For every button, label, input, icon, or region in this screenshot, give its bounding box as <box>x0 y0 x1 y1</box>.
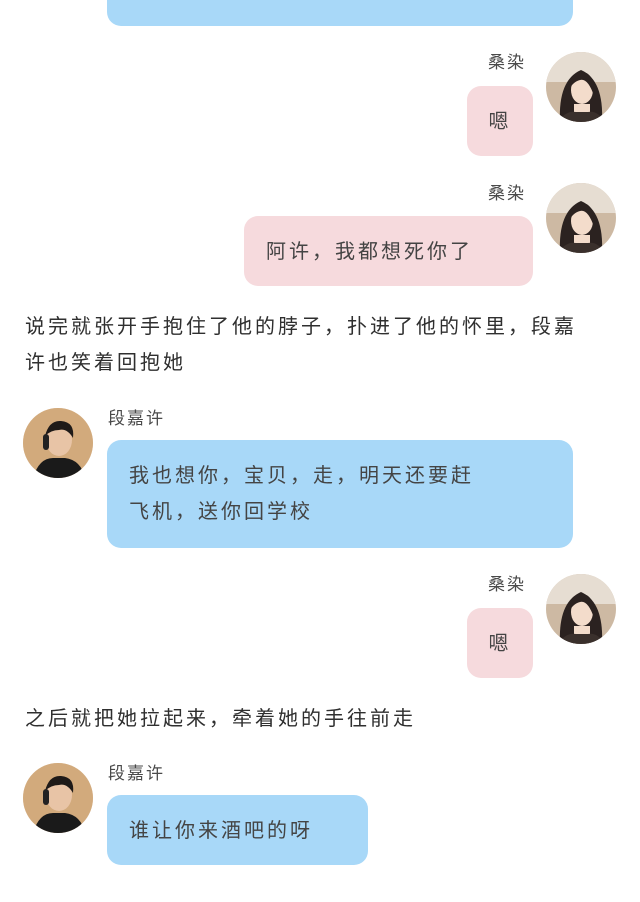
message-bubble: 我也想你，宝贝，走，明天还要赶 飞机，送你回学校 <box>107 440 573 548</box>
message-bubble: 嗯 <box>467 86 533 156</box>
message-text-line: 我也想你，宝贝，走，明天还要赶 <box>129 463 474 487</box>
sender-name: 桑染 <box>488 575 526 595</box>
message-bubble: 嗯 <box>467 608 533 678</box>
narration-text: 之后就把她拉起来，牵着她的手往前走 <box>25 706 416 730</box>
partial-message-bubble <box>107 0 573 26</box>
female-avatar-icon[interactable] <box>546 52 616 122</box>
message-text-line: 飞机，送你回学校 <box>129 499 313 523</box>
sender-name: 桑染 <box>488 184 526 204</box>
narration-text: 说完就张开手抱住了他的脖子，扑进了他的怀里，段嘉许也笑着回抱她 <box>25 314 577 374</box>
message-text: 谁让你来酒吧的呀 <box>129 818 313 842</box>
female-avatar-icon[interactable] <box>546 183 616 253</box>
male-avatar-icon[interactable] <box>23 763 93 833</box>
message-text: 阿许，我都想死你了 <box>266 239 473 263</box>
message-bubble: 谁让你来酒吧的呀 <box>107 795 368 865</box>
message-text: 嗯 <box>488 631 512 655</box>
female-avatar-icon[interactable] <box>546 574 616 644</box>
sender-name: 段嘉许 <box>108 409 165 429</box>
message-bubble: 阿许，我都想死你了 <box>244 216 533 286</box>
male-avatar-icon[interactable] <box>23 408 93 478</box>
sender-name: 段嘉许 <box>108 764 165 784</box>
message-text: 嗯 <box>488 109 512 133</box>
sender-name: 桑染 <box>488 53 526 73</box>
